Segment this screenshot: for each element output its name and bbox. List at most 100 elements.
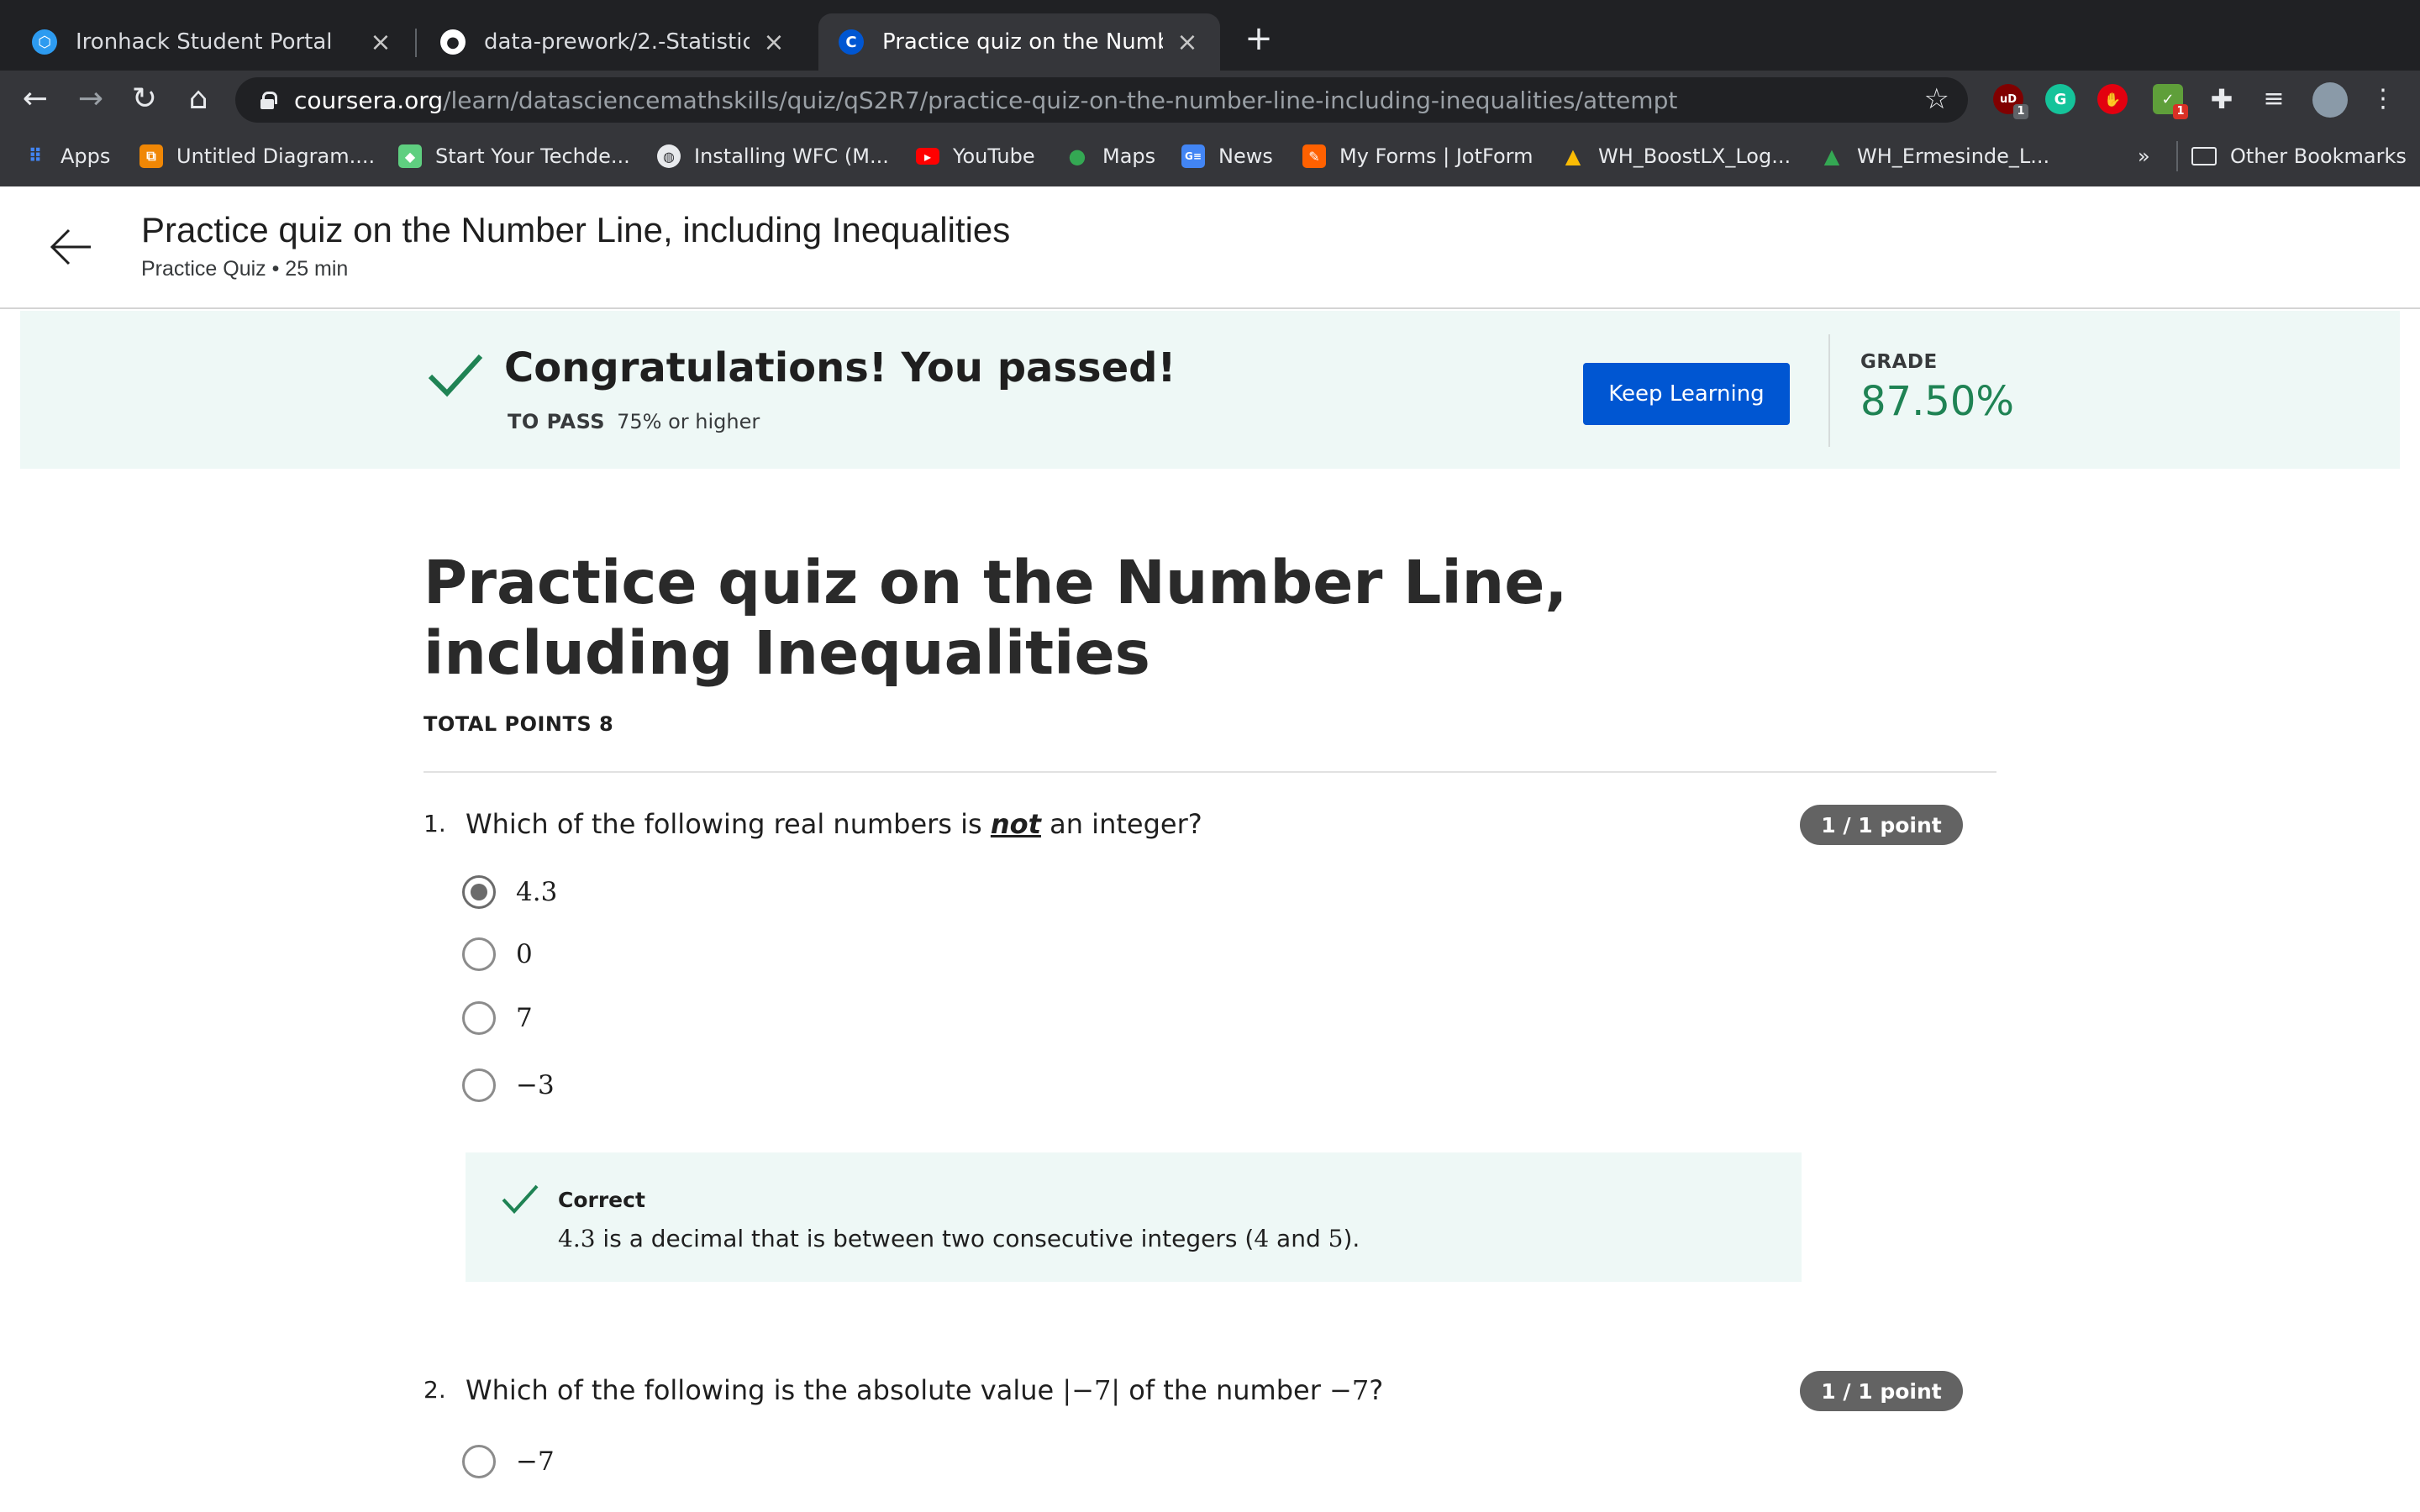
ublock-label: uD <box>1999 92 2018 106</box>
keep-learning-button[interactable]: Keep Learning <box>1583 363 1790 425</box>
radio-button-selected[interactable] <box>462 875 496 909</box>
bookmark-techdegree[interactable]: ◆ Start Your Techde... <box>398 139 630 173</box>
close-icon[interactable]: × <box>368 28 393 57</box>
bookmark-label: Apps <box>60 144 111 168</box>
bookmark-label: News <box>1218 144 1273 168</box>
bookmark-label: Installing WFC (M... <box>694 144 889 168</box>
reading-list-icon[interactable]: ≡ <box>2257 82 2291 116</box>
bookmark-label: YouTube <box>953 144 1035 168</box>
answer-option[interactable]: −3 <box>462 1065 555 1105</box>
globe-icon: ◍ <box>657 144 681 168</box>
forward-icon[interactable]: → <box>74 82 108 116</box>
tab-ironhack[interactable]: ⬡ Ironhack Student Portal × <box>12 13 413 71</box>
coursera-icon: C <box>839 29 864 55</box>
divider <box>424 771 1996 773</box>
answer-option[interactable]: 7 <box>462 998 533 1038</box>
bookmark-label: WH_BoostLX_Log... <box>1598 144 1791 168</box>
home-icon[interactable]: ⌂ <box>182 82 215 116</box>
question-text-part: ? <box>1369 1374 1384 1406</box>
new-tab-button[interactable]: + <box>1242 22 1276 55</box>
menu-kebab-icon[interactable]: ⋮ <box>2366 82 2400 116</box>
checkmark-icon <box>428 354 483 397</box>
answer-option[interactable]: −7 <box>462 1441 555 1482</box>
tab-coursera-quiz[interactable]: C Practice quiz on the Number Li × <box>818 13 1220 71</box>
bookmark-drawio[interactable]: ⧉ Untitled Diagram.... <box>139 139 375 173</box>
radio-button[interactable] <box>462 1068 496 1102</box>
answer-option[interactable]: 4.3 <box>462 872 557 912</box>
feedback-math: 4 <box>1254 1225 1270 1252</box>
google-drive-icon: ▲ <box>1565 144 1581 168</box>
header-subtitle: Practice Quiz • 25 min <box>141 257 349 281</box>
drawio-icon: ⧉ <box>139 144 163 168</box>
pass-headline: Congratulations! You passed! <box>504 344 1176 391</box>
close-icon[interactable]: × <box>761 28 786 57</box>
url-host: coursera.org <box>294 86 444 114</box>
quiz-title: Practice quiz on the Number Line, includ… <box>424 548 1568 688</box>
question-number: 1. <box>424 810 446 837</box>
option-label: −3 <box>516 1070 555 1100</box>
arrow-left-icon[interactable] <box>47 223 94 270</box>
back-icon[interactable]: ← <box>18 82 52 116</box>
profile-avatar[interactable] <box>2312 82 2348 118</box>
tab-github[interactable]: ● data-prework/2.-Statistics at m × <box>420 13 807 71</box>
feedback-text: 4.3 is a decimal that is between two con… <box>558 1225 1360 1252</box>
feedback-text-part: and <box>1269 1225 1328 1252</box>
feedback-title: Correct <box>558 1188 645 1212</box>
tab-title: Ironhack Student Portal <box>76 29 333 55</box>
browser-tab-strip: ⬡ Ironhack Student Portal × ● data-prewo… <box>0 0 2420 71</box>
bookmarks-divider <box>2176 141 2178 171</box>
youtube-icon: ▸ <box>916 148 939 165</box>
ublock-icon[interactable]: uD 1 <box>1993 84 2028 119</box>
answer-option[interactable]: 0 <box>462 934 533 974</box>
bookmark-label: My Forms | JotForm <box>1339 144 1534 168</box>
reload-icon[interactable]: ↻ <box>128 82 161 116</box>
extension-multicolor-icon[interactable]: ✓ 1 <box>2153 84 2188 119</box>
to-pass-label: TO PASS <box>508 410 606 433</box>
bookmark-maps[interactable]: ● Maps <box>1065 139 1156 173</box>
bookmark-youtube[interactable]: ▸ YouTube <box>916 139 1035 173</box>
tab-title: data-prework/2.-Statistics at m <box>484 29 750 55</box>
radio-button[interactable] <box>462 1001 496 1035</box>
folder-icon <box>2191 147 2217 165</box>
to-pass-value: 75% or higher <box>617 410 760 433</box>
bookmark-installing-wfc[interactable]: ◍ Installing WFC (M... <box>657 139 889 173</box>
extension-label: ✓ <box>2161 90 2175 108</box>
bookmark-news[interactable]: G≡ News <box>1181 139 1273 173</box>
maps-pin-icon: ● <box>1068 144 1086 168</box>
address-bar[interactable]: coursera.org/learn/datasciencemathskills… <box>235 77 1968 123</box>
points-badge: 1 / 1 point <box>1800 805 1963 845</box>
grammarly-label: G <box>2054 90 2067 108</box>
bookmark-wh-boostlx[interactable]: ▲ WH_BoostLX_Log... <box>1561 139 1791 173</box>
question-math: −7 <box>1329 1374 1370 1406</box>
extensions-puzzle-icon[interactable]: ✚ <box>2205 82 2238 116</box>
grammarly-icon[interactable]: G <box>2045 84 2075 114</box>
bookmark-label: Other Bookmarks <box>2230 144 2407 168</box>
bookmark-jotform[interactable]: ✎ My Forms | JotForm <box>1302 139 1533 173</box>
question-text: Which of the following real numbers is n… <box>466 808 1202 840</box>
extension-badge: 1 <box>2173 104 2188 119</box>
adblock-label: ✋ <box>2104 91 2121 108</box>
adblock-icon[interactable]: ✋ <box>2097 84 2128 114</box>
close-icon[interactable]: × <box>1175 28 1200 57</box>
bookmark-label: Maps <box>1102 144 1156 168</box>
total-points: TOTAL POINTS 8 <box>424 712 614 736</box>
answer-feedback: Correct 4.3 is a decimal that is between… <box>466 1152 1802 1282</box>
pass-banner: Congratulations! You passed! TO PASS 75% … <box>20 311 2400 469</box>
github-icon: ● <box>440 29 466 55</box>
bookmark-label: Start Your Techde... <box>435 144 630 168</box>
question-emphasis: not <box>990 808 1041 840</box>
question-text-part: of the number <box>1120 1374 1330 1406</box>
option-label: 7 <box>516 1003 533 1033</box>
radio-button[interactable] <box>462 1445 496 1478</box>
question-number: 2. <box>424 1376 446 1404</box>
bookmark-other[interactable]: Other Bookmarks <box>2191 139 2407 173</box>
bookmark-apps[interactable]: ⠿ Apps <box>24 139 110 173</box>
feedback-text-part: is a decimal that is between two consecu… <box>595 1225 1255 1252</box>
option-label: 4.3 <box>516 877 558 907</box>
radio-button[interactable] <box>462 937 496 971</box>
question-math: |−7| <box>1062 1374 1121 1406</box>
ironhack-icon: ⬡ <box>32 29 57 55</box>
bookmark-star-icon[interactable]: ☆ <box>1924 82 1949 116</box>
bookmarks-overflow-icon[interactable]: » <box>2138 139 2150 173</box>
bookmark-wh-ermesinde[interactable]: ▲ WH_Ermesinde_L... <box>1820 139 2049 173</box>
